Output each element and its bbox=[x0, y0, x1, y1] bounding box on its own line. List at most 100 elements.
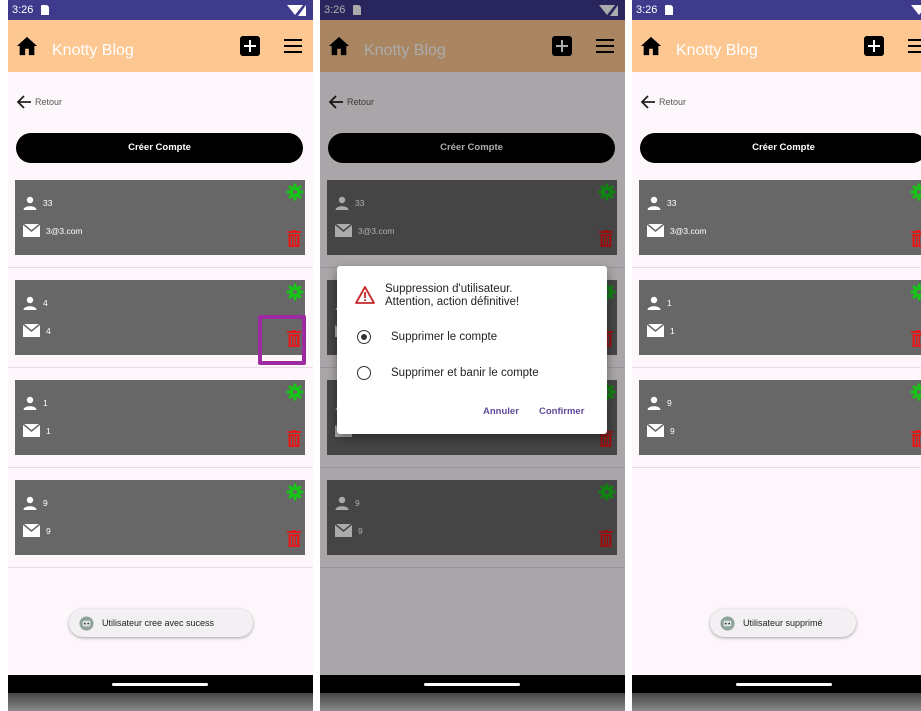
mail-icon bbox=[647, 224, 664, 237]
confirm-button[interactable]: Confirmer bbox=[539, 406, 584, 417]
home-icon[interactable] bbox=[16, 35, 38, 57]
list-item: 9 9 bbox=[8, 468, 313, 568]
user-email: 1 bbox=[46, 425, 51, 436]
signal-icon bbox=[911, 5, 921, 15]
signal-icon bbox=[287, 5, 306, 16]
user-name-row: 33 bbox=[647, 196, 676, 210]
mail-icon bbox=[23, 524, 40, 537]
radio-selected[interactable] bbox=[357, 330, 371, 344]
user-card[interactable]: 33 3@3.com bbox=[639, 180, 921, 255]
option-delete-account[interactable]: Supprimer le compte bbox=[357, 330, 497, 344]
list-item: 9 9 bbox=[632, 368, 921, 468]
status-time: 3:26 bbox=[636, 4, 658, 16]
gear-icon[interactable] bbox=[910, 183, 921, 201]
home-gesture-handle[interactable] bbox=[736, 683, 832, 686]
user-email: 9 bbox=[46, 525, 51, 536]
trash-icon[interactable] bbox=[287, 430, 301, 447]
gear-icon[interactable] bbox=[286, 483, 304, 501]
mail-icon bbox=[23, 424, 40, 437]
list-item: 33 3@3.com bbox=[8, 168, 313, 268]
gear-icon[interactable] bbox=[286, 183, 304, 201]
person-icon bbox=[23, 296, 37, 310]
person-icon bbox=[647, 296, 661, 310]
back-button[interactable]: Retour bbox=[16, 94, 62, 110]
user-email: 3@3.com bbox=[46, 225, 83, 236]
phone-screen-2: 3:26 Knotty Blog Retour Créer Compte 33 … bbox=[320, 0, 625, 711]
mail-icon bbox=[23, 324, 40, 337]
home-gesture-handle[interactable] bbox=[424, 683, 520, 686]
person-icon bbox=[23, 196, 37, 210]
home-gesture-handle[interactable] bbox=[112, 683, 208, 686]
robot-icon bbox=[79, 615, 94, 631]
status-bar: 3:26 bbox=[632, 0, 921, 20]
bottom-edge bbox=[320, 693, 625, 711]
user-email-row: 4 bbox=[23, 324, 51, 337]
user-name-row: 33 bbox=[23, 196, 52, 210]
user-name-row: 9 bbox=[23, 496, 48, 510]
hamburger-menu-icon[interactable] bbox=[284, 39, 302, 53]
user-card[interactable]: 9 9 bbox=[15, 480, 305, 555]
add-square-icon[interactable] bbox=[864, 36, 884, 56]
add-square-icon[interactable] bbox=[240, 36, 260, 56]
user-name: 4 bbox=[43, 298, 48, 308]
trash-icon[interactable] bbox=[287, 530, 301, 547]
trash-icon[interactable] bbox=[287, 230, 301, 247]
user-list: 33 3@3.com 1 1 9 9 bbox=[632, 168, 921, 468]
dialog-title-line2: Attention, action définitive! bbox=[385, 296, 520, 308]
user-email-row: 9 bbox=[647, 424, 675, 437]
bottom-edge bbox=[8, 693, 313, 711]
user-email: 4 bbox=[46, 325, 51, 336]
home-icon[interactable] bbox=[640, 35, 662, 57]
user-card[interactable]: 1 1 bbox=[639, 280, 921, 355]
gear-icon[interactable] bbox=[910, 383, 921, 401]
list-item: 33 3@3.com bbox=[632, 168, 921, 268]
gear-icon[interactable] bbox=[910, 283, 921, 301]
robot-icon bbox=[720, 615, 735, 631]
option-delete-and-ban[interactable]: Supprimer et banir le compte bbox=[357, 366, 539, 380]
hamburger-menu-icon[interactable] bbox=[908, 39, 921, 53]
dialog-title: Suppression d'utilisateur. Attention, ac… bbox=[385, 283, 595, 309]
trash-icon[interactable] bbox=[911, 230, 921, 247]
app-bar: Knotty Blog bbox=[8, 20, 313, 72]
annotation-highlight-box bbox=[258, 315, 306, 365]
create-account-button[interactable]: Créer Compte bbox=[16, 133, 303, 163]
person-icon bbox=[23, 496, 37, 510]
user-name: 1 bbox=[43, 398, 48, 408]
user-card[interactable]: 33 3@3.com bbox=[15, 180, 305, 255]
person-icon bbox=[23, 396, 37, 410]
user-name: 33 bbox=[667, 198, 677, 208]
user-name: 9 bbox=[667, 398, 672, 408]
toast-message: Utilisateur supprimé bbox=[710, 609, 856, 637]
user-email-row: 1 bbox=[23, 424, 51, 437]
user-card[interactable]: 1 1 bbox=[15, 380, 305, 455]
user-card[interactable]: 9 9 bbox=[639, 380, 921, 455]
user-email-row: 1 bbox=[647, 324, 675, 337]
arrow-left-icon bbox=[16, 95, 31, 109]
user-name-row: 4 bbox=[23, 296, 48, 310]
mail-icon bbox=[647, 424, 664, 437]
gear-icon[interactable] bbox=[286, 283, 304, 301]
user-name: 33 bbox=[43, 198, 53, 208]
option-label: Supprimer et banir le compte bbox=[391, 367, 539, 379]
user-email: 3@3.com bbox=[670, 225, 707, 236]
status-time: 3:26 bbox=[12, 4, 34, 16]
gear-icon[interactable] bbox=[286, 383, 304, 401]
radio-unselected[interactable] bbox=[357, 366, 371, 380]
bottom-edge bbox=[632, 693, 921, 711]
trash-icon[interactable] bbox=[911, 430, 921, 447]
cancel-button[interactable]: Annuler bbox=[483, 406, 519, 417]
toast-text: Utilisateur supprimé bbox=[743, 618, 823, 628]
list-item: 1 1 bbox=[8, 368, 313, 468]
create-account-button[interactable]: Créer Compte bbox=[640, 133, 921, 163]
user-name: 9 bbox=[43, 498, 48, 508]
app-bar: Knotty Blog bbox=[632, 20, 921, 72]
list-item: 1 1 bbox=[632, 268, 921, 368]
trash-icon[interactable] bbox=[911, 330, 921, 347]
user-email-row: 3@3.com bbox=[23, 224, 83, 237]
mail-icon bbox=[23, 224, 40, 237]
arrow-left-icon bbox=[640, 95, 655, 109]
person-icon bbox=[647, 396, 661, 410]
user-name-row: 1 bbox=[647, 296, 672, 310]
back-button[interactable]: Retour bbox=[640, 94, 686, 110]
user-name-row: 9 bbox=[647, 396, 672, 410]
